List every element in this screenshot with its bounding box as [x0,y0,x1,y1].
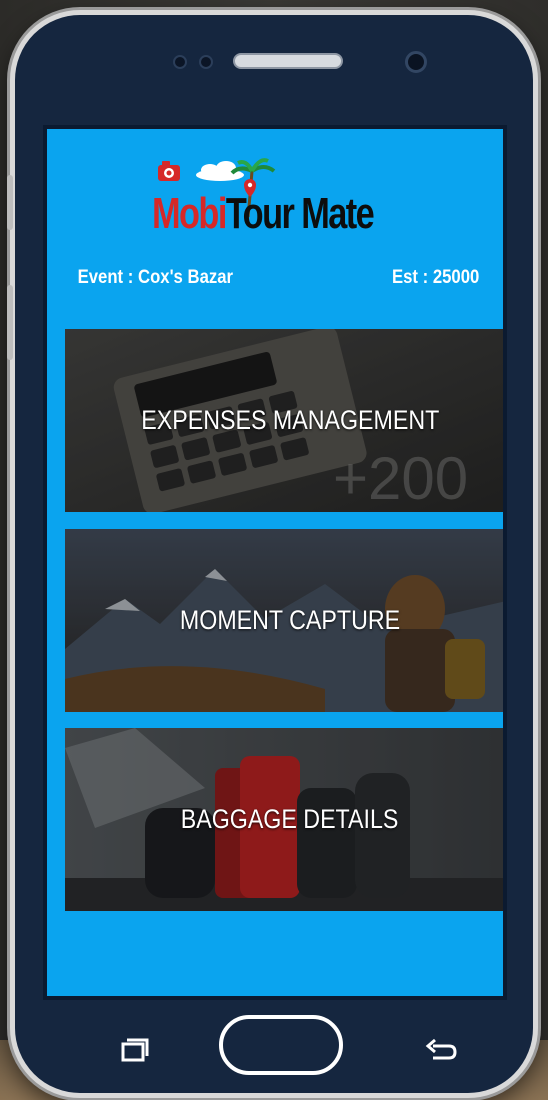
moment-capture-label: MOMENT CAPTURE [179,605,401,635]
home-button[interactable] [219,1015,343,1075]
sensor-dot [173,55,187,69]
logo-text: MobiTour Mate [152,189,375,239]
expenses-management-label: EXPENSES MANAGEMENT [140,405,440,435]
front-camera [405,51,427,73]
moment-capture-card[interactable]: MOMENT CAPTURE [65,529,503,712]
logo-text-tour-mate: Tour Mate [225,189,375,238]
logo-text-mobi: Mobi [152,189,227,238]
baggage-details-label: BAGGAGE DETAILS [181,804,399,834]
back-icon[interactable] [421,1030,461,1070]
speaker-grill [233,53,343,69]
event-info-row: Event : Cox's Bazar Est : 25000 [67,267,485,289]
event-name: Event : Cox's Bazar [77,267,234,288]
camera-icon [158,161,180,181]
volume-key [7,285,13,360]
estimate-value: Est : 25000 [391,267,480,288]
volume-key [7,175,13,230]
sensor-dot [199,55,213,69]
expenses-management-card[interactable]: +200 EXPENSES MANAGEMENT [65,329,503,512]
app-screen: MobiTour Mate Event : Cox's Bazar Est : … [43,125,507,1000]
phone-frame: MobiTour Mate Event : Cox's Bazar Est : … [7,10,538,1098]
recent-apps-icon[interactable] [113,1030,153,1070]
app-logo: MobiTour Mate [152,157,432,239]
baggage-details-card[interactable]: BAGGAGE DETAILS [65,728,503,911]
